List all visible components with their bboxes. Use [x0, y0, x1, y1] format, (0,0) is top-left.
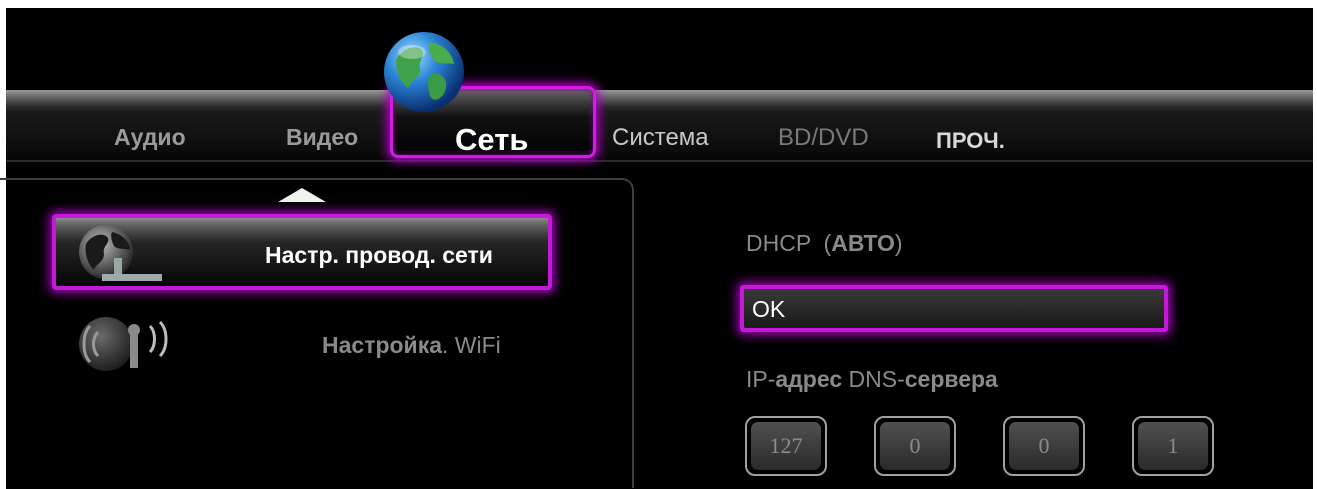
dhcp-prefix: DHCP (	[746, 230, 832, 256]
menu-item-wired-network-label: Настр. провод. сети	[265, 242, 493, 268]
wired-network-globe-icon	[79, 225, 162, 281]
dns-label-part1: IP-	[746, 366, 776, 392]
tab-other[interactable]: ПРОЧ.	[936, 130, 1005, 152]
ip-octet-4-field[interactable]: 1	[1132, 416, 1214, 476]
wifi-icon	[79, 317, 168, 371]
dhcp-ok-value: OK	[752, 296, 786, 322]
ip-octet-3-field[interactable]: 0	[1003, 416, 1085, 476]
dhcp-suffix: )	[894, 230, 903, 256]
ip-octet-2-field[interactable]: 0	[874, 416, 956, 476]
menu-item-wifi-label-bold: Настройка	[322, 332, 442, 358]
dns-label-part2: адрес	[775, 366, 843, 392]
scroll-up-arrow-icon[interactable]	[278, 188, 326, 202]
tab-system[interactable]: Система	[612, 126, 709, 150]
tab-audio[interactable]: Аудио	[114, 126, 186, 149]
ip-octet-3-value: 0	[1009, 422, 1079, 470]
tab-bd-dvd[interactable]: BD/DVD	[778, 126, 869, 150]
ip-octet-1-value: 127	[751, 422, 821, 470]
dhcp-ok-field[interactable]	[740, 285, 1168, 332]
ip-octet-1-field[interactable]: 127	[745, 416, 827, 476]
globe-icon	[384, 32, 464, 112]
dhcp-mode: АВТО	[831, 230, 895, 256]
menu-item-wifi-label[interactable]: Настройка. WiFi	[322, 332, 501, 359]
screen-border-top	[0, 0, 1317, 8]
dns-label-part4: сервера	[904, 366, 998, 392]
ip-octet-2-value: 0	[880, 422, 950, 470]
tab-network[interactable]: Сеть	[455, 122, 528, 158]
dns-server-ip-label: IP-адрес DNS-сервера	[746, 366, 998, 393]
tab-video[interactable]: Видео	[286, 126, 358, 149]
dhcp-label: DHCP (АВТО)	[746, 230, 903, 257]
dns-label-part3: DNS-	[842, 366, 905, 392]
ip-octet-4-value: 1	[1138, 422, 1208, 470]
menu-item-wifi-label-rest: . WiFi	[442, 332, 501, 358]
screen-border-right	[1313, 0, 1317, 489]
